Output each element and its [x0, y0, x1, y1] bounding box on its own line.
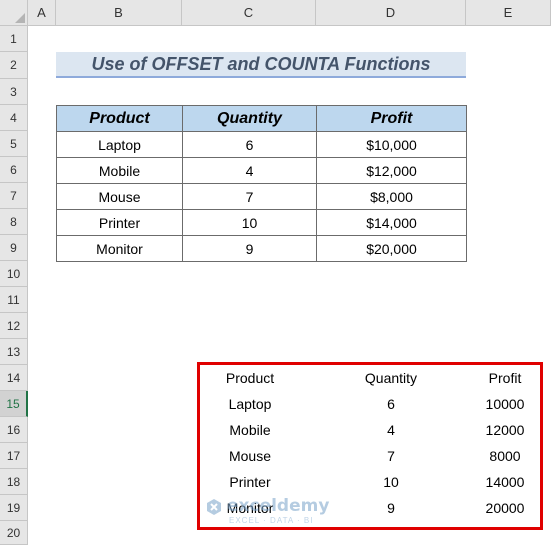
result-header-product[interactable]: Product — [200, 370, 300, 386]
result-cell[interactable]: 14000 — [455, 474, 551, 490]
row-header-4[interactable]: 4 — [0, 105, 28, 131]
result-cell[interactable]: 10 — [341, 474, 441, 490]
row-header-14[interactable]: 14 — [0, 365, 28, 391]
row-header-11[interactable]: 11 — [0, 287, 28, 313]
table-cell[interactable]: Monitor — [56, 235, 183, 262]
row-header-2[interactable]: 2 — [0, 52, 28, 79]
column-header-a[interactable]: A — [28, 0, 56, 26]
table-cell[interactable]: $8,000 — [316, 183, 467, 210]
column-header-b[interactable]: B — [56, 0, 182, 26]
table-row: Laptop 6 $10,000 — [56, 131, 467, 158]
row-header-20[interactable]: 20 — [0, 521, 28, 545]
exceldemy-logo-icon — [207, 499, 221, 515]
result-cell[interactable]: Mobile — [200, 422, 300, 438]
row-header-15[interactable]: 15 — [0, 391, 28, 417]
row-header-17[interactable]: 17 — [0, 443, 28, 469]
row-header-5[interactable]: 5 — [0, 131, 28, 157]
result-cell[interactable]: 6 — [341, 396, 441, 412]
row-header-9[interactable]: 9 — [0, 235, 28, 261]
header-cell-product[interactable]: Product — [56, 105, 183, 132]
watermark-name: exceldemy — [227, 496, 330, 516]
result-cell[interactable]: 12000 — [455, 422, 551, 438]
table-cell[interactable]: $12,000 — [316, 157, 467, 184]
table-cell[interactable]: Printer — [56, 209, 183, 236]
header-cell-profit[interactable]: Profit — [316, 105, 467, 132]
column-header-c[interactable]: C — [182, 0, 316, 26]
table-row: Monitor 9 $20,000 — [56, 235, 467, 262]
row-header-12[interactable]: 12 — [0, 313, 28, 339]
row-header-16[interactable]: 16 — [0, 417, 28, 443]
result-cell[interactable]: 20000 — [455, 500, 551, 516]
table-cell[interactable]: $14,000 — [316, 209, 467, 236]
row-header-7[interactable]: 7 — [0, 183, 28, 209]
row-header-13[interactable]: 13 — [0, 339, 28, 365]
result-cell[interactable]: Laptop — [200, 396, 300, 412]
table-row: Mobile 4 $12,000 — [56, 157, 467, 184]
table-header-row: Product Quantity Profit — [56, 105, 467, 132]
table-row: Mouse 7 $8,000 — [56, 183, 467, 210]
sheet-title[interactable]: Use of OFFSET and COUNTA Functions — [56, 52, 466, 78]
row-header-3[interactable]: 3 — [0, 79, 28, 105]
table-cell[interactable]: Mouse — [56, 183, 183, 210]
result-cell[interactable]: Mouse — [200, 448, 300, 464]
table-cell[interactable]: 4 — [182, 157, 317, 184]
select-all-button[interactable] — [0, 0, 28, 26]
exceldemy-watermark: exceldemy EXCEL · DATA · BI — [205, 494, 350, 530]
row-header-18[interactable]: 18 — [0, 469, 28, 495]
result-cell[interactable]: Printer — [200, 474, 300, 490]
result-cell[interactable]: 7 — [341, 448, 441, 464]
table-cell[interactable]: 6 — [182, 131, 317, 158]
row-header-1[interactable]: 1 — [0, 26, 28, 52]
table-cell[interactable]: 9 — [182, 235, 317, 262]
row-header-6[interactable]: 6 — [0, 157, 28, 183]
row-header-19[interactable]: 19 — [0, 495, 28, 521]
watermark-tagline: EXCEL · DATA · BI — [229, 516, 314, 525]
header-cell-quantity[interactable]: Quantity — [182, 105, 317, 132]
table-cell[interactable]: 10 — [182, 209, 317, 236]
result-header-quantity[interactable]: Quantity — [341, 370, 441, 386]
select-all-icon — [15, 13, 25, 23]
spreadsheet: A B C D E 1 2 3 4 5 6 7 8 9 10 11 12 13 … — [0, 0, 551, 545]
row-header-10[interactable]: 10 — [0, 261, 28, 287]
table-cell[interactable]: 7 — [182, 183, 317, 210]
source-table: Product Quantity Profit Laptop 6 $10,000… — [56, 105, 467, 262]
table-cell[interactable]: Laptop — [56, 131, 183, 158]
result-cell[interactable]: 4 — [341, 422, 441, 438]
column-header-d[interactable]: D — [316, 0, 466, 26]
result-header-profit[interactable]: Profit — [455, 370, 551, 386]
table-cell[interactable]: $10,000 — [316, 131, 467, 158]
table-row: Printer 10 $14,000 — [56, 209, 467, 236]
result-cell[interactable]: 8000 — [455, 448, 551, 464]
table-cell[interactable]: $20,000 — [316, 235, 467, 262]
column-header-e[interactable]: E — [466, 0, 551, 26]
result-cell[interactable]: 10000 — [455, 396, 551, 412]
result-cell[interactable]: 9 — [341, 500, 441, 516]
row-header-8[interactable]: 8 — [0, 209, 28, 235]
table-cell[interactable]: Mobile — [56, 157, 183, 184]
